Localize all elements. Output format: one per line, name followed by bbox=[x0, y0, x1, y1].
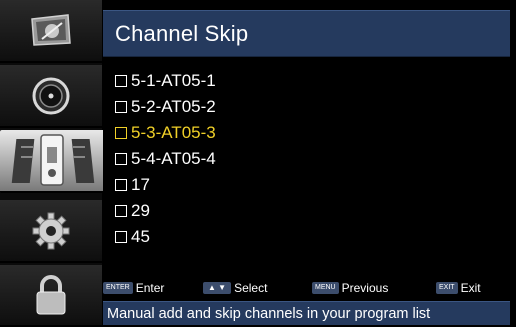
help-exit: EXIT Exit bbox=[436, 281, 481, 295]
channel-row[interactable]: 29 bbox=[115, 198, 415, 224]
channel-label: 17 bbox=[131, 175, 150, 194]
help-menu-label: Previous bbox=[341, 281, 389, 295]
help-menu: MENU Previous bbox=[312, 281, 388, 295]
help-exit-label: Exit bbox=[460, 281, 481, 295]
page-title: Channel Skip bbox=[115, 20, 249, 46]
picture-icon bbox=[31, 13, 71, 46]
channel-row-selected[interactable]: 5-3-AT05-3 bbox=[115, 120, 415, 146]
channel-row[interactable]: 5-4-AT05-4 bbox=[115, 146, 415, 172]
menu-key-badge: MENU bbox=[312, 282, 339, 294]
skip-checkbox[interactable] bbox=[115, 153, 127, 165]
skip-checkbox[interactable] bbox=[115, 127, 127, 139]
gear-icon bbox=[32, 212, 70, 249]
channel-label: 5-3-AT05-3 bbox=[131, 123, 216, 142]
help-enter: ENTER Enter bbox=[103, 281, 164, 295]
help-enter-label: Enter bbox=[135, 281, 165, 295]
channel-antenna-icon bbox=[11, 133, 95, 186]
audio-icon bbox=[32, 77, 70, 114]
help-select-label: Select bbox=[234, 281, 268, 295]
enter-key-badge: ENTER bbox=[103, 282, 133, 294]
skip-checkbox[interactable] bbox=[115, 101, 127, 113]
skip-checkbox[interactable] bbox=[115, 75, 127, 87]
sidebar-item-picture[interactable] bbox=[0, 0, 102, 63]
channel-row[interactable]: 17 bbox=[115, 172, 415, 198]
arrow-keys-badge: ▲ ▼ bbox=[203, 282, 232, 294]
skip-checkbox[interactable] bbox=[115, 179, 127, 191]
header-bar: Channel Skip bbox=[103, 10, 510, 57]
channel-row[interactable]: 5-1-AT05-1 bbox=[115, 68, 415, 94]
status-bar: Manual add and skip channels in your pro… bbox=[103, 301, 510, 325]
status-text: Manual add and skip channels in your pro… bbox=[107, 305, 431, 322]
sidebar-item-audio[interactable] bbox=[0, 65, 102, 128]
skip-checkbox[interactable] bbox=[115, 205, 127, 217]
help-select: ▲ ▼ Select bbox=[203, 281, 267, 295]
channel-row[interactable]: 45 bbox=[115, 224, 415, 250]
skip-checkbox[interactable] bbox=[115, 231, 127, 243]
channel-label: 29 bbox=[131, 201, 150, 220]
channel-list: 5-1-AT05-1 5-2-AT05-2 5-3-AT05-3 5-4-AT0… bbox=[115, 68, 415, 250]
sidebar-item-channel[interactable] bbox=[0, 130, 106, 193]
main-panel: Channel Skip 5-1-AT05-1 5-2-AT05-2 5-3-A… bbox=[103, 0, 516, 327]
channel-label: 5-4-AT05-4 bbox=[131, 149, 216, 168]
channel-row[interactable]: 5-2-AT05-2 bbox=[115, 94, 415, 120]
sidebar-item-setup[interactable] bbox=[0, 200, 102, 263]
channel-label: 5-1-AT05-1 bbox=[131, 71, 216, 90]
channel-label: 45 bbox=[131, 227, 150, 246]
sidebar-item-lock[interactable] bbox=[0, 265, 102, 327]
channel-label: 5-2-AT05-2 bbox=[131, 97, 216, 116]
exit-key-badge: EXIT bbox=[436, 282, 458, 294]
sidebar-menu bbox=[0, 0, 106, 327]
key-help-bar: ENTER Enter ▲ ▼ Select MENU Previous EXI… bbox=[103, 279, 510, 299]
lock-icon bbox=[36, 275, 66, 315]
